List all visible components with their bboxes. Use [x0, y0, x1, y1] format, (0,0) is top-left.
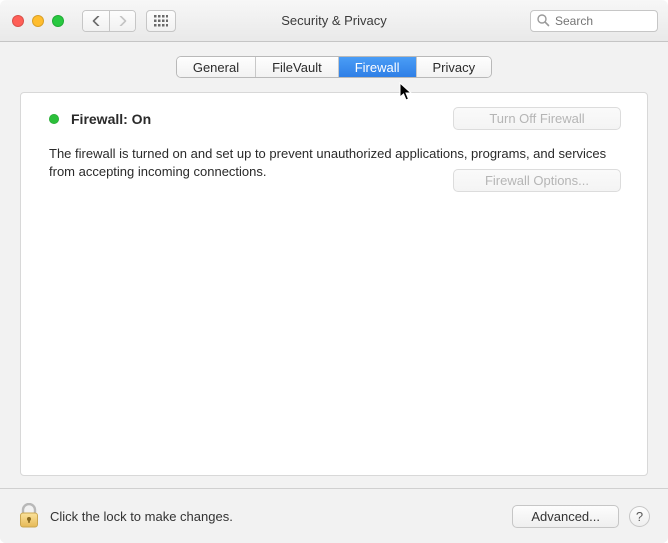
close-window-button[interactable]: [12, 15, 24, 27]
show-all-prefs-button[interactable]: [146, 10, 176, 32]
zoom-window-button[interactable]: [52, 15, 64, 27]
minimize-window-button[interactable]: [32, 15, 44, 27]
firewall-panel: Firewall: On Turn Off Firewall The firew…: [20, 92, 648, 476]
tab-privacy[interactable]: Privacy: [417, 57, 492, 77]
tab-firewall[interactable]: Firewall: [339, 57, 417, 77]
grid-icon: [154, 15, 168, 27]
forward-button[interactable]: [109, 11, 135, 31]
back-button[interactable]: [83, 11, 109, 31]
firewall-options-button[interactable]: Firewall Options...: [453, 169, 621, 192]
window-controls: [12, 15, 64, 27]
lock-hint-text: Click the lock to make changes.: [50, 509, 233, 524]
tabs-segmented: General FileVault Firewall Privacy: [176, 56, 492, 78]
help-button[interactable]: ?: [629, 506, 650, 527]
firewall-status-label: Firewall: On: [71, 111, 151, 127]
tab-general[interactable]: General: [177, 57, 256, 77]
nav-back-forward: [82, 10, 136, 32]
advanced-button[interactable]: Advanced...: [512, 505, 619, 528]
window-body: General FileVault Firewall Privacy Firew…: [0, 42, 668, 543]
titlebar: Security & Privacy: [0, 0, 668, 42]
footer-bar: Click the lock to make changes. Advanced…: [0, 488, 668, 543]
tab-bar: General FileVault Firewall Privacy: [0, 42, 668, 78]
search-icon: [536, 13, 550, 30]
status-indicator-on-icon: [49, 114, 59, 124]
lock-area[interactable]: Click the lock to make changes.: [18, 503, 233, 529]
turn-off-firewall-button[interactable]: Turn Off Firewall: [453, 107, 621, 130]
search-field-wrap: [530, 10, 658, 32]
tab-filevault[interactable]: FileVault: [256, 57, 339, 77]
lock-icon: [18, 503, 40, 529]
